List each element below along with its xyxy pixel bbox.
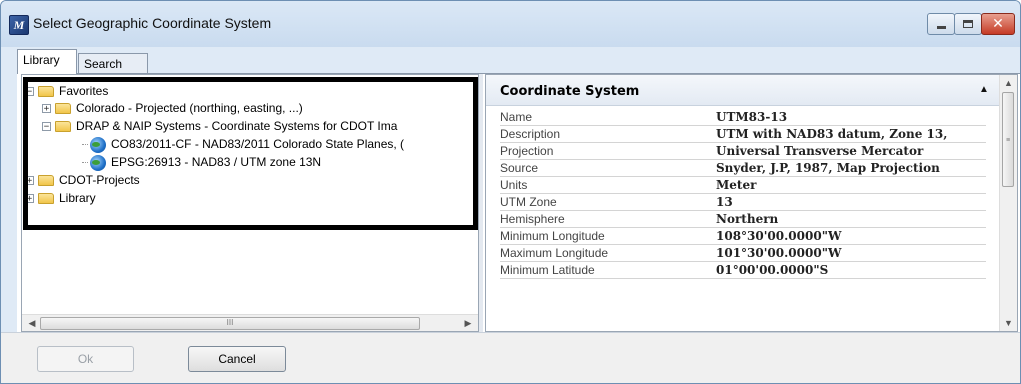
property-value: UTM83-13: [716, 110, 788, 124]
close-button[interactable]: ✕: [981, 13, 1015, 35]
horizontal-scrollbar[interactable]: ◀ III ▶: [22, 314, 478, 331]
properties-title: Coordinate System: [500, 84, 640, 99]
tree-item-co83-2011-cf[interactable]: CO83/2011-CF - NAD83/2011 Colorado State…: [82, 136, 404, 153]
property-value: 13: [716, 195, 733, 209]
property-value: UTM with NAD83 datum, Zone 13,: [716, 127, 948, 141]
tree-connector: [82, 162, 88, 163]
property-label: Projection: [500, 144, 554, 158]
title-bar[interactable]: M Select Geographic Coordinate System ✕: [1, 1, 1020, 47]
property-row: Source Snyder, J.P, 1987, Map Projection: [500, 160, 986, 177]
tab-content: − Favorites + Colorado - Projected (nort…: [17, 73, 1020, 332]
property-row: UTM Zone 13: [500, 194, 986, 211]
collapse-icon[interactable]: −: [42, 122, 51, 132]
property-label: Hemisphere: [500, 212, 565, 226]
property-label: Name: [500, 110, 533, 124]
tree-item-drap-naip[interactable]: − DRAP & NAIP Systems - Coordinate Syste…: [42, 118, 397, 135]
property-value: 01°00'00.0000"S: [716, 263, 829, 277]
folder-icon: [55, 103, 71, 114]
tree-connector: [82, 144, 88, 145]
properties-header[interactable]: Coordinate System ▲: [486, 75, 1000, 106]
tree-item-library[interactable]: + Library: [25, 190, 96, 207]
scroll-right-icon[interactable]: ▶: [460, 315, 476, 331]
property-row: Minimum Longitude 108°30'00.0000"W: [500, 228, 986, 245]
scroll-down-icon[interactable]: ▼: [1000, 315, 1017, 331]
property-value: Universal Transverse Mercator: [716, 144, 924, 158]
scroll-up-icon[interactable]: ▲: [1000, 75, 1017, 91]
scroll-left-icon[interactable]: ◀: [24, 315, 40, 331]
scrollbar-thumb[interactable]: III: [40, 317, 420, 330]
button-bar: Ok Cancel: [1, 332, 1020, 383]
tree-item-label: Library: [59, 191, 96, 205]
expand-icon[interactable]: +: [25, 194, 34, 204]
property-label: UTM Zone: [500, 195, 557, 209]
property-row: Name UTM83-13: [500, 109, 986, 126]
folder-icon: [38, 175, 54, 186]
tab-library[interactable]: Library: [17, 49, 77, 74]
tree-item-epsg-26913[interactable]: EPSG:26913 - NAD83 / UTM zone 13N: [82, 154, 321, 171]
tree-item-cdot-projects[interactable]: + CDOT-Projects: [25, 172, 140, 189]
tree-item-label: Favorites: [59, 84, 109, 98]
property-row: Maximum Longitude 101°30'00.0000"W: [500, 245, 986, 262]
tree-item-label: DRAP & NAIP Systems - Coordinate Systems…: [76, 119, 398, 133]
library-tree[interactable]: − Favorites + Colorado - Projected (nort…: [21, 74, 479, 332]
scrollbar-thumb[interactable]: ≡: [1002, 92, 1014, 187]
property-value: 108°30'00.0000"W: [716, 229, 842, 243]
property-label: Description: [500, 127, 561, 141]
tab-search[interactable]: Search: [78, 53, 148, 74]
property-label: Minimum Longitude: [500, 229, 605, 243]
app-logo-icon: M: [9, 15, 29, 35]
folder-icon: [38, 86, 54, 97]
minimize-icon: [936, 25, 946, 29]
maximize-icon: [963, 20, 973, 28]
minimize-button[interactable]: [927, 13, 955, 35]
tree-item-label: EPSG:26913 - NAD83 / UTM zone 13N: [111, 155, 322, 169]
globe-icon: [90, 136, 106, 153]
collapse-icon[interactable]: −: [25, 87, 34, 97]
property-row: Minimum Latitude 01°00'00.0000"S: [500, 262, 986, 279]
ok-button[interactable]: Ok: [37, 346, 134, 372]
collapse-chevron-icon[interactable]: ▲: [979, 84, 989, 95]
tree-item-label: Colorado - Projected (northing, easting,…: [76, 101, 303, 115]
property-value: Northern: [716, 212, 779, 226]
vertical-scrollbar[interactable]: ▲ ≡ ▼: [999, 75, 1017, 331]
property-row: Units Meter: [500, 177, 986, 194]
expand-icon[interactable]: +: [42, 104, 51, 114]
cancel-button[interactable]: Cancel: [188, 346, 286, 372]
property-label: Minimum Latitude: [500, 263, 595, 277]
property-value: Snyder, J.P, 1987, Map Projection: [716, 161, 940, 175]
close-icon: ✕: [992, 16, 1004, 32]
property-row: Projection Universal Transverse Mercator: [500, 143, 986, 160]
folder-icon: [38, 193, 54, 204]
pane-splitter[interactable]: [479, 74, 483, 332]
maximize-button[interactable]: [954, 13, 982, 35]
property-label: Units: [500, 178, 528, 192]
property-label: Maximum Longitude: [500, 246, 609, 260]
property-value: 101°30'00.0000"W: [716, 246, 842, 260]
property-label: Source: [500, 161, 539, 175]
property-value: Meter: [716, 178, 757, 192]
properties-panel: Coordinate System ▲ Name UTM83-13 Descrip…: [485, 74, 1018, 332]
tree-item-label: CDOT-Projects: [59, 173, 140, 187]
globe-icon: [90, 154, 106, 171]
property-row: Hemisphere Northern: [500, 211, 986, 228]
tree-item-label: CO83/2011-CF - NAD83/2011 Colorado State…: [111, 137, 405, 151]
tree-item-favorites[interactable]: − Favorites: [25, 83, 108, 100]
folder-icon: [55, 121, 71, 132]
window-title: Select Geographic Coordinate System: [33, 15, 272, 31]
expand-icon[interactable]: +: [25, 176, 34, 186]
tree-item-colorado-projected[interactable]: + Colorado - Projected (northing, eastin…: [42, 100, 303, 117]
property-row: Description UTM with NAD83 datum, Zone 13…: [500, 126, 986, 143]
dialog-window: M Select Geographic Coordinate System ✕ …: [0, 0, 1021, 384]
